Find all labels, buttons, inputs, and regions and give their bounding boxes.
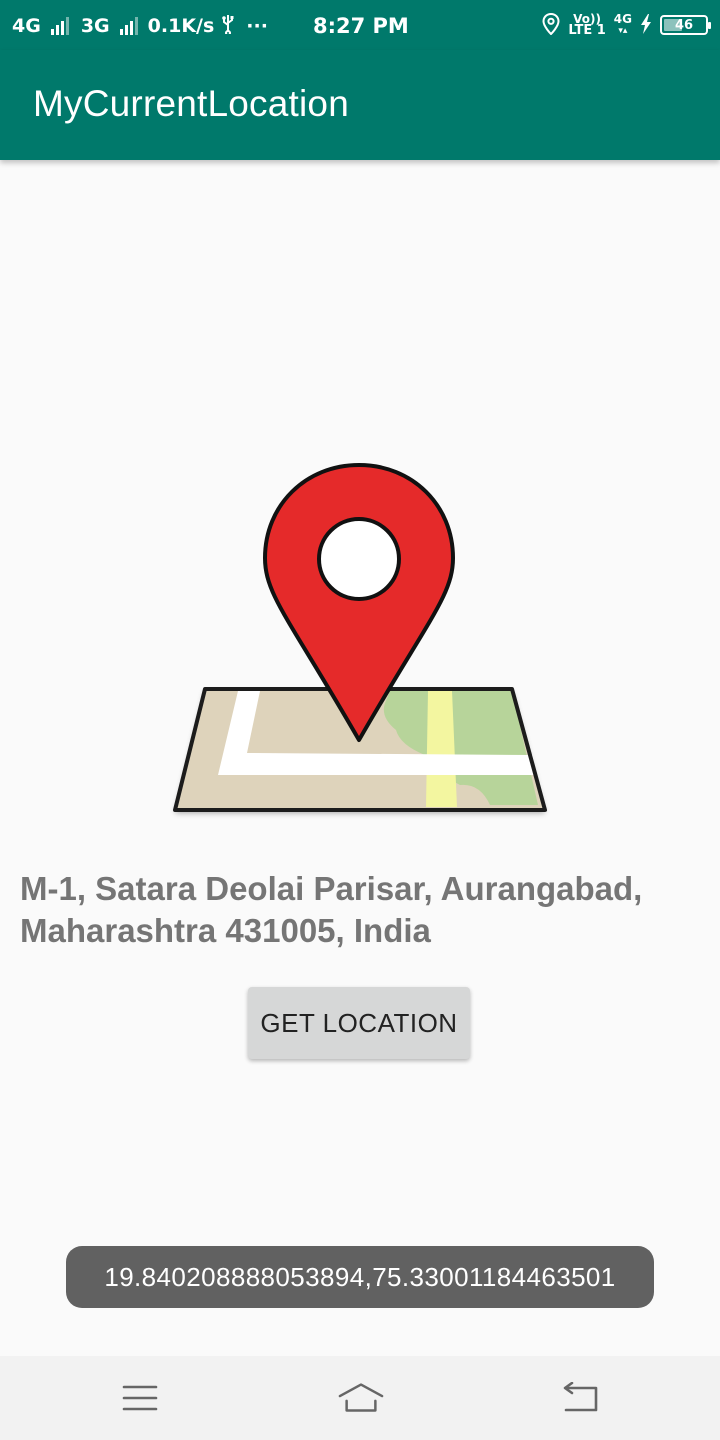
bolt-icon	[640, 13, 652, 37]
usb-icon	[220, 14, 236, 39]
signal-strength-icon	[119, 17, 138, 35]
address-text: M-1, Satara Deolai Parisar, Aurangabad, …	[20, 870, 643, 949]
network-3g-label: 3G	[80, 15, 110, 37]
menu-icon[interactable]	[118, 1378, 162, 1418]
map-pin-illustration	[160, 455, 560, 825]
network-4g-label-2: 4G	[613, 12, 632, 26]
app-bar: MyCurrentLocation	[0, 50, 720, 160]
data-arrows-icon: ▾▴	[618, 26, 628, 36]
location-icon	[542, 12, 560, 38]
status-left: 4G 3G 0.1K/s ···	[12, 12, 268, 40]
coordinates-text: 19.840208888053894,75.33001184463501	[104, 1261, 616, 1292]
network-4g-label: 4G	[12, 15, 41, 37]
get-location-button[interactable]: GET LOCATION	[248, 987, 470, 1059]
map-pin-icon	[173, 463, 547, 812]
app-title: MyCurrentLocation	[33, 83, 349, 124]
status-time: 8:27 PM	[313, 14, 409, 38]
data-4g-indicator: 4G ▾▴	[614, 13, 632, 37]
battery-icon: 46	[660, 15, 711, 35]
home-icon[interactable]	[338, 1378, 384, 1418]
volte-indicator: Vo)) LTE 1	[568, 13, 605, 37]
status-right: Vo)) LTE 1 4G ▾▴ 46	[542, 10, 711, 40]
battery-level: 46	[674, 17, 694, 33]
status-bar: 4G 3G 0.1K/s ··· 8:27 PM Vo)) LTE 1 4G ▾…	[0, 0, 720, 50]
volte-bottom-label: LTE 1	[568, 23, 606, 38]
navigation-bar	[0, 1356, 720, 1440]
signal-strength-icon	[50, 17, 69, 35]
back-icon[interactable]	[558, 1378, 602, 1418]
more-notifications-icon: ···	[246, 15, 268, 37]
coordinates-toast: 19.840208888053894,75.33001184463501	[66, 1246, 654, 1308]
network-speed: 0.1K/s	[147, 15, 215, 37]
